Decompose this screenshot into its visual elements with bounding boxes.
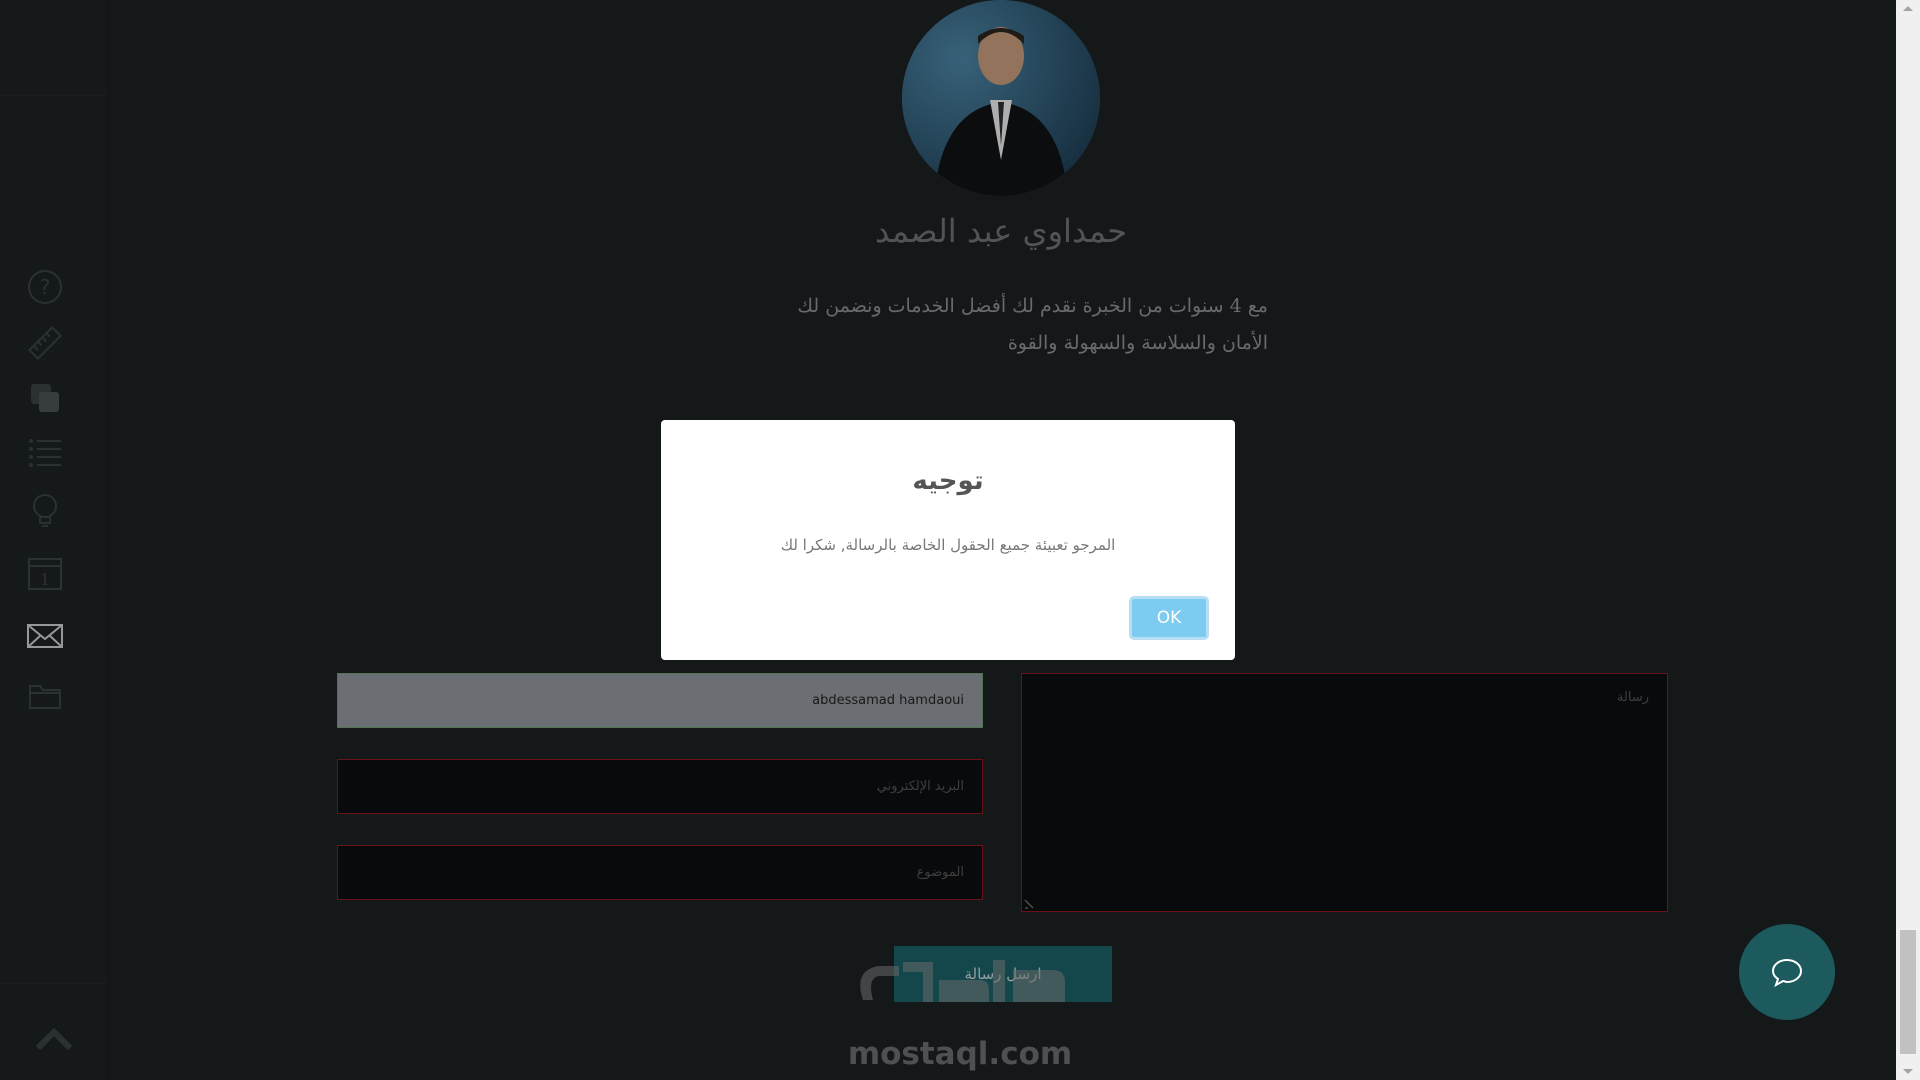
alert-dialog: توجيه المرجو تعبيئة جميع الحقول الخاصة ب… xyxy=(661,420,1235,660)
chat-bubble-icon xyxy=(1771,958,1803,987)
scroll-down-arrow-icon[interactable] xyxy=(1903,1069,1913,1074)
page-scrollbar[interactable] xyxy=(1896,0,1920,1080)
chat-button[interactable] xyxy=(1739,924,1835,1020)
scroll-up-arrow-icon[interactable] xyxy=(1903,6,1913,11)
scroll-thumb[interactable] xyxy=(1900,930,1916,1054)
ok-button[interactable]: OK xyxy=(1129,596,1209,640)
dialog-title: توجيه xyxy=(912,466,984,496)
dialog-message: المرجو تعبيئة جميع الحقول الخاصة بالرسال… xyxy=(780,536,1116,554)
